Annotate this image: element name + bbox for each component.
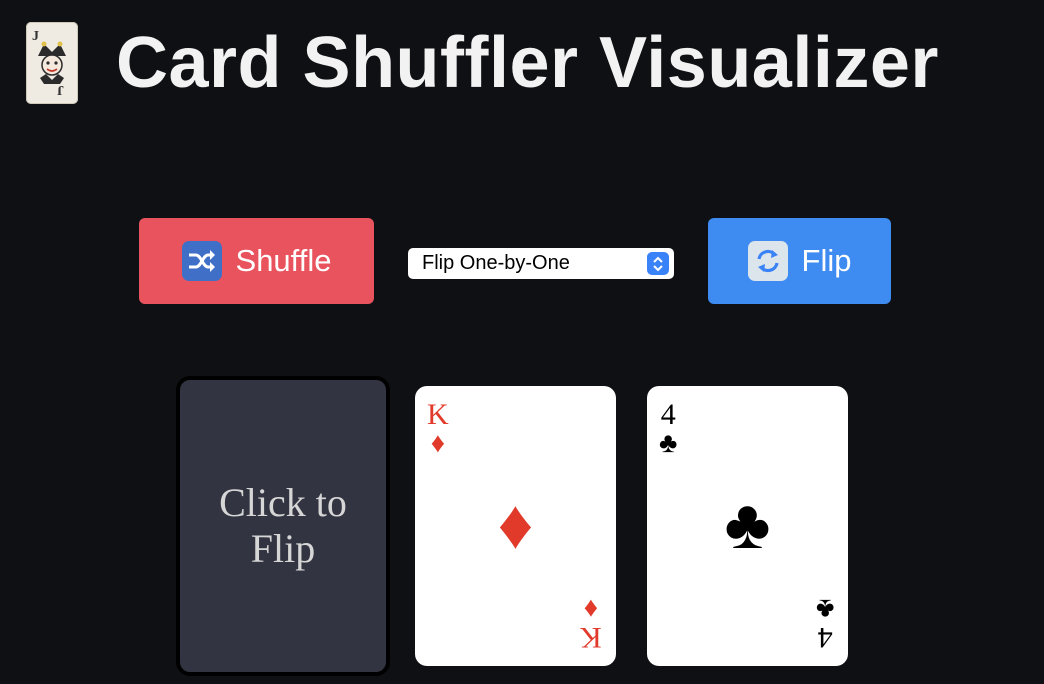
- shuffle-icon: [181, 241, 222, 281]
- refresh-icon: [747, 241, 788, 281]
- svg-text:J: J: [32, 29, 39, 44]
- flip-button-label: Flip: [801, 243, 852, 278]
- card-rank: 4: [660, 398, 676, 431]
- shuffle-button-label: Shuffle: [235, 243, 332, 278]
- joker-card-icon: J J: [26, 22, 78, 104]
- diamond-suit-icon: ♦: [497, 487, 534, 564]
- page-title: Card Shuffler Visualizer: [116, 23, 939, 103]
- card-king-of-diamonds[interactable]: K ♦ ♦ K ♦: [415, 386, 616, 666]
- diamond-suit-icon: ♦: [430, 428, 445, 459]
- diamond-suit-icon: ♦: [584, 593, 599, 624]
- card-rank: K: [427, 398, 449, 431]
- club-suit-icon: ♣: [724, 487, 771, 564]
- card-corner-bottom: 4 ♣: [815, 593, 834, 654]
- flip-button[interactable]: Flip: [708, 218, 891, 304]
- card-corner-top: K ♦: [427, 400, 449, 458]
- club-suit-icon: ♣: [815, 593, 834, 624]
- flip-mode-select[interactable]: Flip One-by-One: [408, 248, 674, 279]
- shuffle-button[interactable]: Shuffle: [139, 218, 374, 304]
- card-rank: 4: [817, 621, 833, 654]
- svg-text:J: J: [57, 82, 64, 97]
- flip-mode-selected: Flip One-by-One: [422, 252, 570, 274]
- club-suit-icon: ♣: [659, 428, 678, 459]
- header: J J Card Shuffler Visualizer: [26, 22, 939, 104]
- card-back-text: Click to Flip: [219, 480, 347, 571]
- chevron-updown-icon: [647, 252, 669, 275]
- card-corner-bottom: K ♦: [580, 593, 602, 654]
- card-four-of-clubs[interactable]: 4 ♣ ♣ 4 ♣: [647, 386, 848, 666]
- card-rank: K: [580, 621, 602, 654]
- card-corner-top: 4 ♣: [659, 400, 677, 458]
- card-back[interactable]: Click to Flip: [176, 376, 390, 676]
